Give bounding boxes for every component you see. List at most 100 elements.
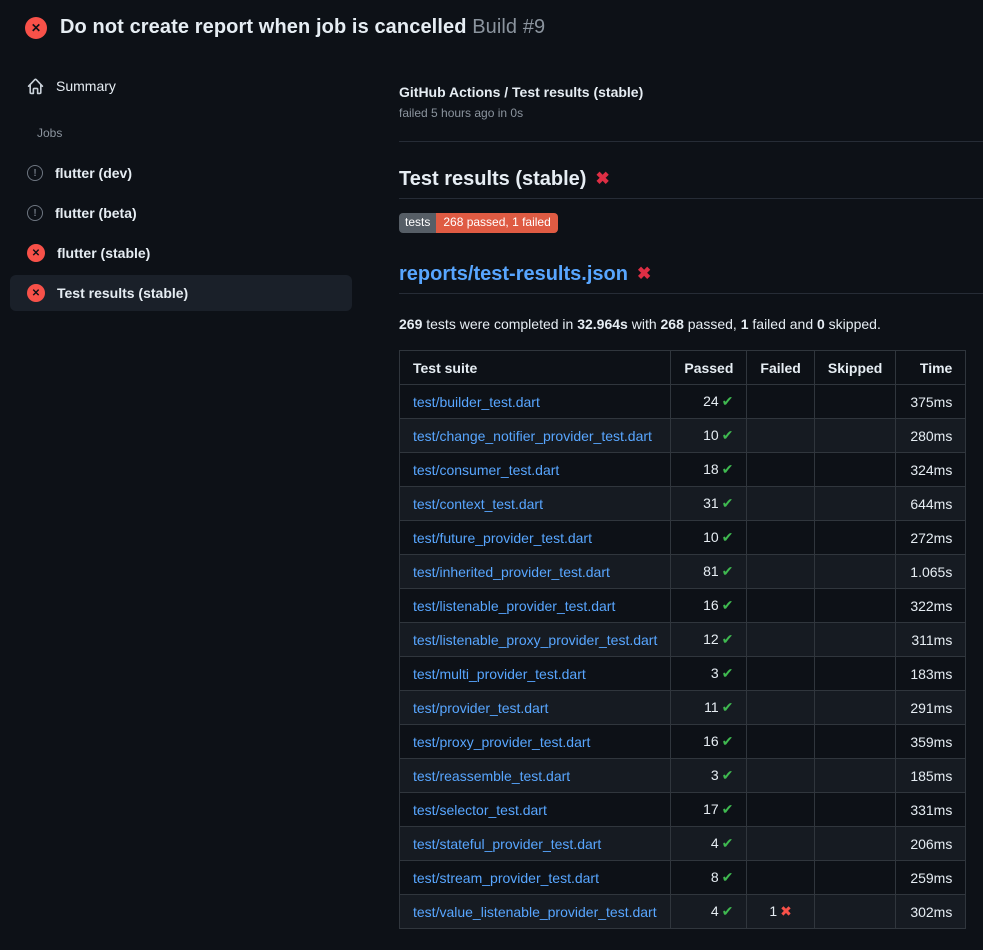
check-icon: ✔ xyxy=(722,903,734,919)
test-suite-link[interactable]: test/multi_provider_test.dart xyxy=(413,666,586,682)
skipped-cell xyxy=(814,487,895,521)
test-suite-link[interactable]: test/builder_test.dart xyxy=(413,394,540,410)
test-suite-link[interactable]: test/future_provider_test.dart xyxy=(413,530,592,546)
suite-cell: test/reassemble_test.dart xyxy=(400,759,671,793)
badge-value: 268 passed, 1 failed xyxy=(436,213,557,233)
report-file-heading: reports/test-results.json ✖ xyxy=(399,261,983,294)
table-header-row: Test suitePassedFailedSkippedTime xyxy=(400,351,966,385)
suite-cell: test/listenable_proxy_provider_test.dart xyxy=(400,623,671,657)
x-circle-icon: ✕ xyxy=(27,244,45,262)
suite-cell: test/stateful_provider_test.dart xyxy=(400,827,671,861)
table-row: test/inherited_provider_test.dart81✔1.06… xyxy=(400,555,966,589)
time-cell: 331ms xyxy=(896,793,966,827)
time-cell: 375ms xyxy=(896,385,966,419)
sidebar-job-item[interactable]: !flutter (dev) xyxy=(10,155,352,191)
test-suite-link[interactable]: test/inherited_provider_test.dart xyxy=(413,564,610,580)
test-suite-link[interactable]: test/stateful_provider_test.dart xyxy=(413,836,601,852)
table-row: test/future_provider_test.dart10✔272ms xyxy=(400,521,966,555)
test-suite-link[interactable]: test/selector_test.dart xyxy=(413,802,547,818)
check-icon: ✔ xyxy=(722,767,734,783)
passed-cell: 16✔ xyxy=(671,725,747,759)
failed-cross-icon: ✖ xyxy=(637,264,651,283)
section-heading-text: Test results (stable) xyxy=(399,168,586,190)
suite-cell: test/builder_test.dart xyxy=(400,385,671,419)
test-suite-link[interactable]: test/change_notifier_provider_test.dart xyxy=(413,428,652,444)
passed-cell: 17✔ xyxy=(671,793,747,827)
suite-cell: test/stream_provider_test.dart xyxy=(400,861,671,895)
home-icon xyxy=(27,78,44,95)
test-results-table: Test suitePassedFailedSkippedTime test/b… xyxy=(399,350,966,929)
test-suite-link[interactable]: test/consumer_test.dart xyxy=(413,462,559,478)
sidebar-item-summary[interactable]: Summary xyxy=(10,68,352,104)
time-cell: 183ms xyxy=(896,657,966,691)
page-title: Do not create report when job is cancell… xyxy=(60,16,545,39)
skipped-cell xyxy=(814,759,895,793)
check-icon: ✔ xyxy=(722,495,734,511)
table-row: test/stateful_provider_test.dart4✔206ms xyxy=(400,827,966,861)
skipped-cell xyxy=(814,861,895,895)
failed-cell xyxy=(747,861,814,895)
test-suite-link[interactable]: test/listenable_proxy_provider_test.dart xyxy=(413,632,657,648)
sidebar-job-item[interactable]: ✕flutter (stable) xyxy=(10,235,352,271)
main-panel: GitHub Actions / Test results (stable) f… xyxy=(375,49,983,929)
time-cell: 322ms xyxy=(896,589,966,623)
table-row: test/context_test.dart31✔644ms xyxy=(400,487,966,521)
sidebar-job-item[interactable]: !flutter (beta) xyxy=(10,195,352,231)
failed-cell xyxy=(747,759,814,793)
table-row: test/consumer_test.dart18✔324ms xyxy=(400,453,966,487)
table-row: test/multi_provider_test.dart3✔183ms xyxy=(400,657,966,691)
failed-cell xyxy=(747,657,814,691)
summary-line: 269 tests were completed in 32.964s with… xyxy=(399,314,983,334)
check-icon: ✔ xyxy=(722,631,734,647)
table-row: test/builder_test.dart 24✔ 375ms xyxy=(400,385,966,419)
sidebar-item-label: flutter (dev) xyxy=(55,165,132,181)
table-row: test/value_listenable_provider_test.dart… xyxy=(400,895,966,929)
report-file-link[interactable]: reports/test-results.json xyxy=(399,263,628,285)
badge-label: tests xyxy=(399,213,436,233)
test-suite-link[interactable]: test/value_listenable_provider_test.dart xyxy=(413,904,657,920)
failed-cell: 1✖ xyxy=(747,895,814,929)
time-cell: 324ms xyxy=(896,453,966,487)
test-suite-link[interactable]: test/context_test.dart xyxy=(413,496,543,512)
check-icon: ✔ xyxy=(722,529,734,545)
test-suite-link[interactable]: test/proxy_provider_test.dart xyxy=(413,734,590,750)
time-cell: 206ms xyxy=(896,827,966,861)
sidebar-job-item[interactable]: ✕ Test results (stable) xyxy=(10,275,352,311)
section-heading: Test results (stable) ✖ xyxy=(399,166,983,199)
passed-cell: 4✔ xyxy=(671,895,747,929)
sidebar-item-label: Summary xyxy=(56,78,116,94)
table-row: test/listenable_proxy_provider_test.dart… xyxy=(400,623,966,657)
skipped-cell xyxy=(814,589,895,623)
check-icon: ✔ xyxy=(722,869,734,885)
column-header: Skipped xyxy=(814,351,895,385)
passed-cell: 24✔ xyxy=(671,385,747,419)
suite-cell: test/change_notifier_provider_test.dart xyxy=(400,419,671,453)
passed-cell: 16✔ xyxy=(671,589,747,623)
sidebar-item-label: Test results (stable) xyxy=(57,285,188,301)
table-row: test/selector_test.dart 17✔ 331ms xyxy=(400,793,966,827)
failed-cross-icon: ✖ xyxy=(595,169,609,188)
skipped-cell xyxy=(814,725,895,759)
check-icon: ✔ xyxy=(722,597,734,613)
skipped-cell xyxy=(814,657,895,691)
time-cell: 302ms xyxy=(896,895,966,929)
failed-cell xyxy=(747,385,814,419)
x-circle-icon: ✕ xyxy=(25,17,47,39)
suite-cell: test/multi_provider_test.dart xyxy=(400,657,671,691)
test-suite-link[interactable]: test/provider_test.dart xyxy=(413,700,548,716)
run-title: Do not create report when job is cancell… xyxy=(60,16,467,38)
column-header: Test suite xyxy=(400,351,671,385)
table-row: test/provider_test.dart11✔291ms xyxy=(400,691,966,725)
table-row: test/proxy_provider_test.dart16✔359ms xyxy=(400,725,966,759)
test-suite-link[interactable]: test/stream_provider_test.dart xyxy=(413,870,599,886)
suite-cell: test/selector_test.dart xyxy=(400,793,671,827)
suite-cell: test/proxy_provider_test.dart xyxy=(400,725,671,759)
build-number: Build #9 xyxy=(472,16,545,38)
failed-cell xyxy=(747,521,814,555)
column-header: Passed xyxy=(671,351,747,385)
test-suite-link[interactable]: test/reassemble_test.dart xyxy=(413,768,570,784)
skipped-cell xyxy=(814,793,895,827)
test-suite-link[interactable]: test/listenable_provider_test.dart xyxy=(413,598,615,614)
passed-cell: 31✔ xyxy=(671,487,747,521)
x-circle-icon: ✕ xyxy=(27,284,45,302)
